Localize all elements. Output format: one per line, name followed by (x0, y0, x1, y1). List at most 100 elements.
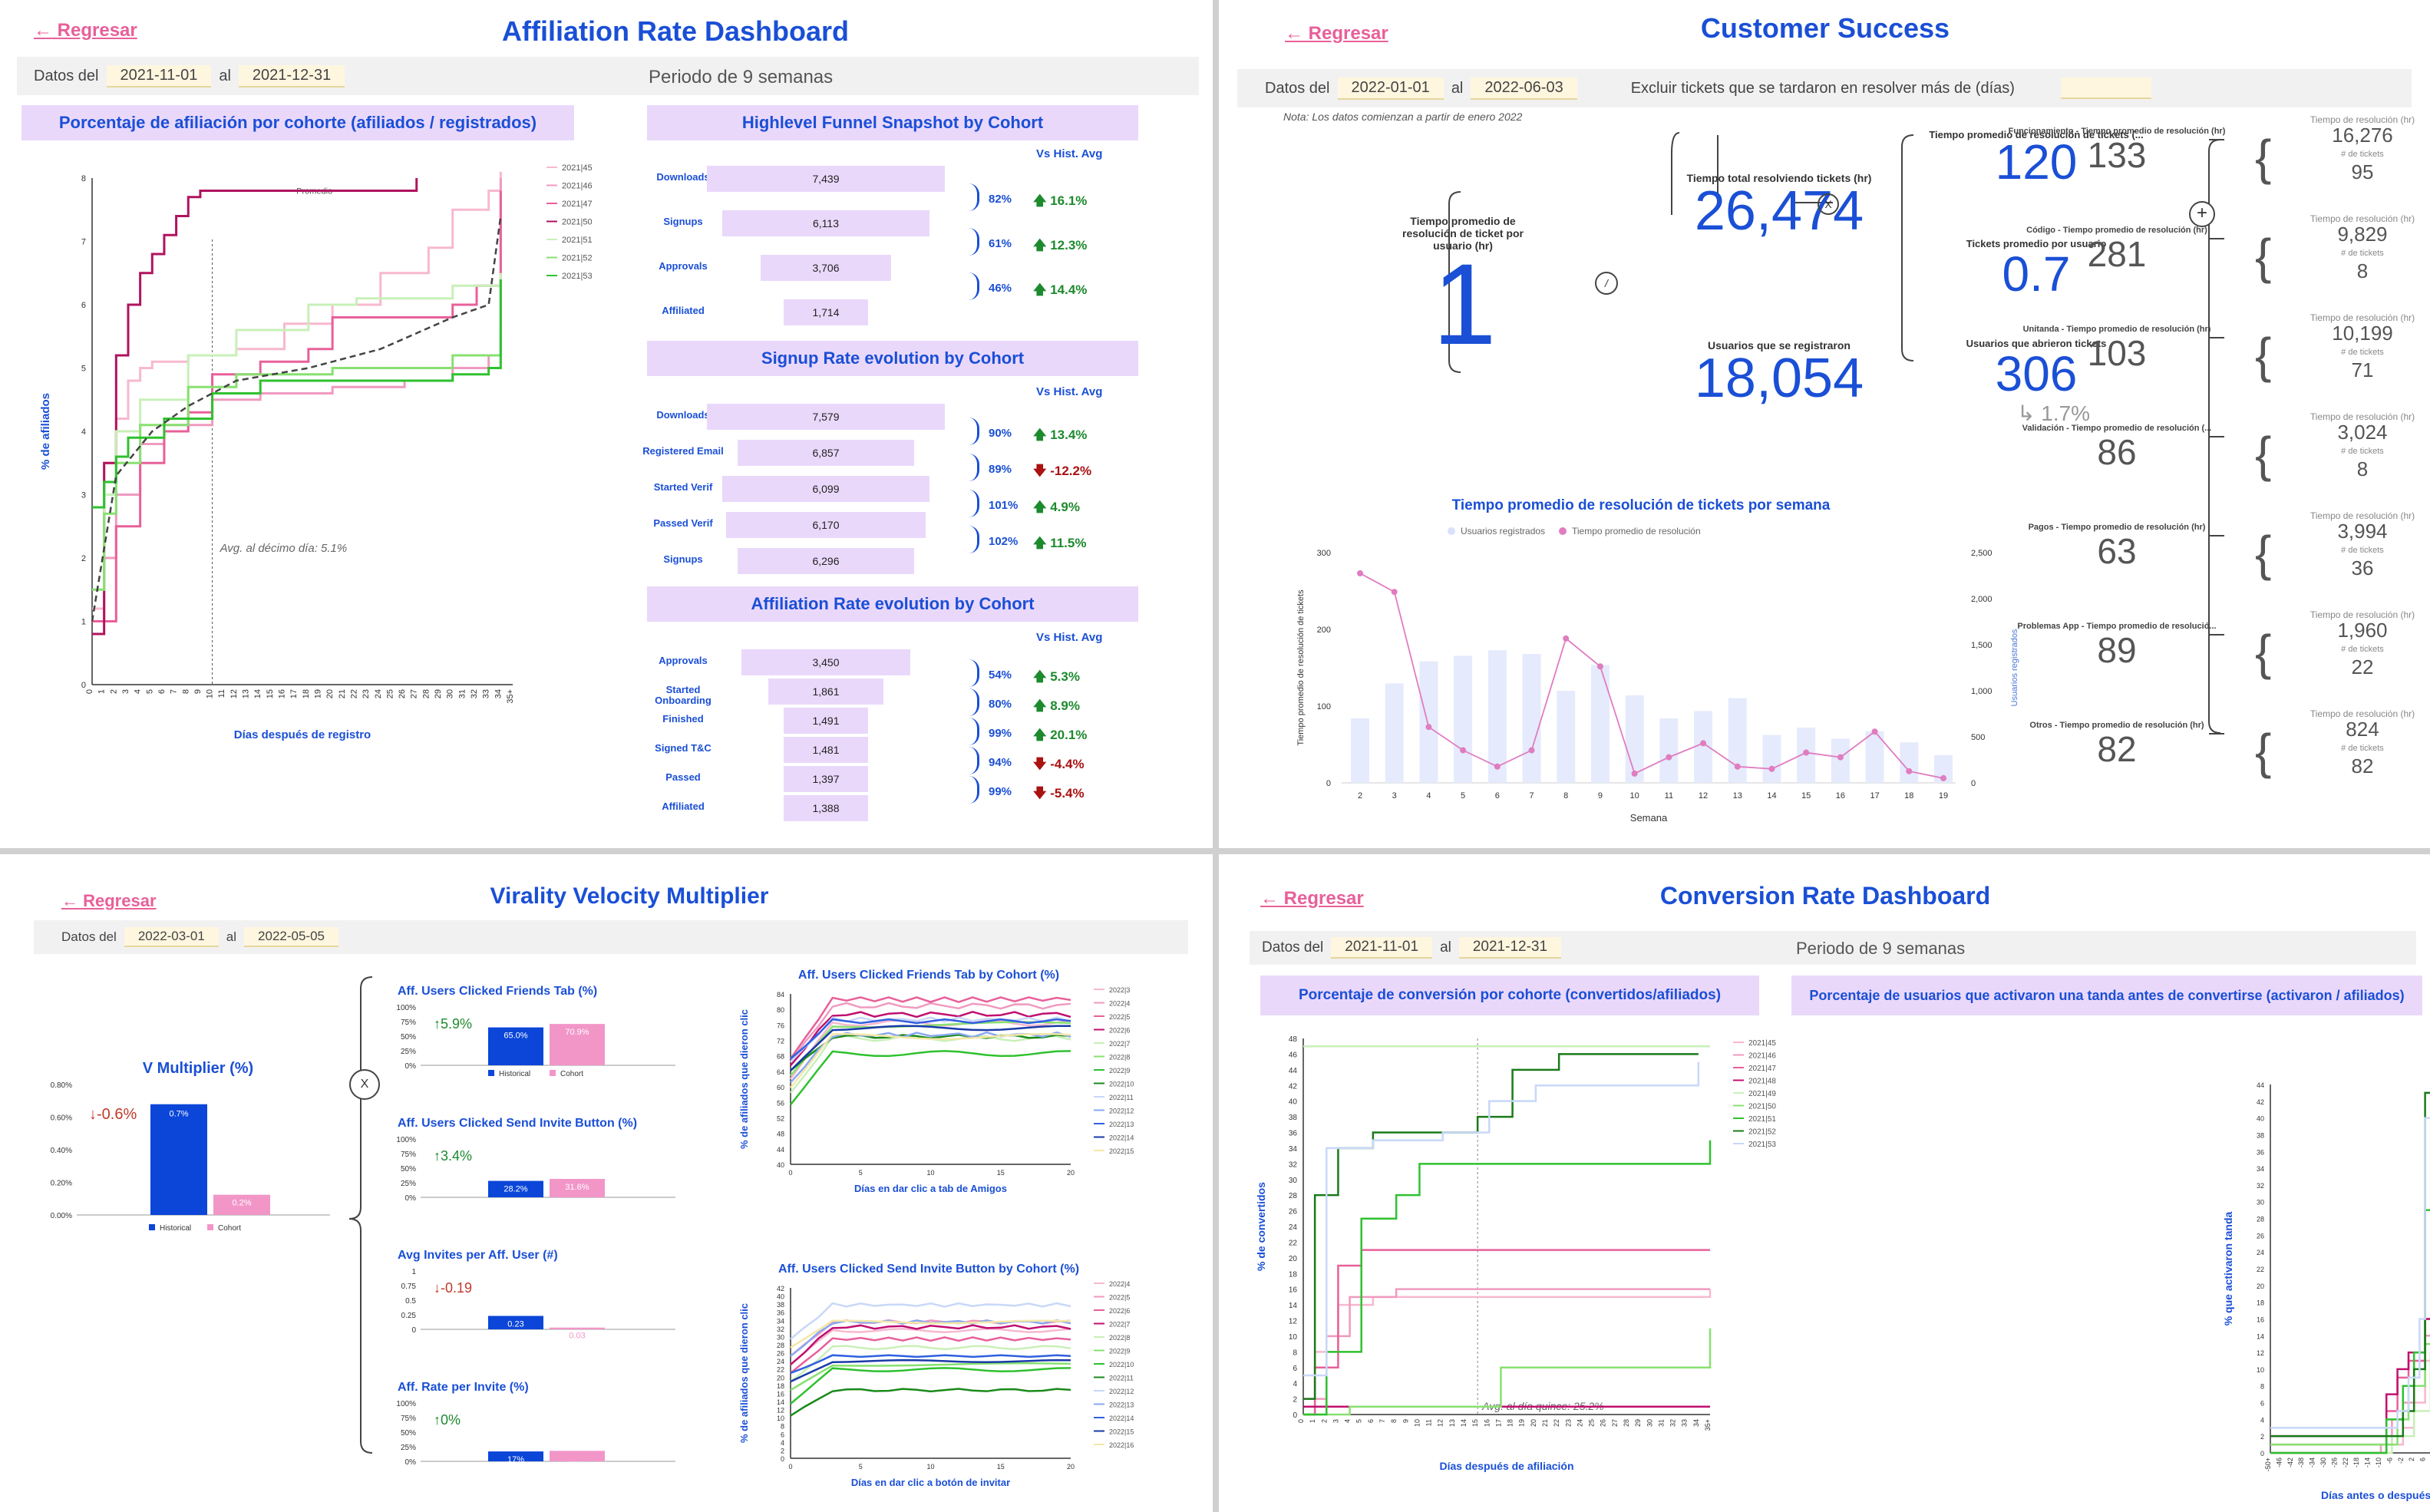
x-tick-label: 0 (788, 1463, 792, 1471)
back-link[interactable]: ← Regresar (34, 20, 137, 41)
tickets-value: 8 (2356, 457, 2369, 480)
series-line (2270, 1091, 2430, 1438)
brace: { (2255, 625, 2272, 680)
y-tick-label: 36 (777, 1309, 784, 1317)
y-tick-label: 10 (777, 1415, 784, 1422)
y2-tick-label: 1,000 (1971, 687, 1993, 696)
category-avg-value: 63 (2097, 531, 2137, 571)
x-tick-label: 15 (997, 1463, 1005, 1471)
funnel-bar: 6,170 (726, 512, 926, 538)
conversion-bracket (969, 228, 979, 256)
x-tick-label: 5 (1461, 791, 1465, 801)
conversion-bracket (969, 272, 979, 300)
legend-label: Tiempo promedio de resolución (1572, 526, 1701, 536)
y-tick-label: 6 (2260, 1400, 2264, 1408)
x-tick-label: 19 (313, 689, 322, 698)
tickets-value: 8 (2356, 259, 2369, 282)
x-tick-label: 6 (157, 689, 167, 694)
category-avg-value: 133 (2087, 135, 2147, 175)
funnel-step-label: Passed Verif (653, 517, 713, 529)
conversion-bracket (969, 688, 979, 716)
x-tick-label: 15 (266, 689, 275, 698)
funnel-bar: 1,861 (768, 678, 883, 705)
vs-hist-label: Vs Hist. Avg (1036, 147, 1103, 160)
x-tick-label: 12 (229, 689, 239, 698)
y-tick-label: 20 (2257, 1283, 2264, 1290)
y-tick-label: 24 (777, 1358, 784, 1365)
y-tick-label: 22 (777, 1366, 784, 1374)
x-tick-label: 10 (206, 689, 215, 698)
series-line (2270, 1342, 2430, 1446)
date-to-field[interactable]: 2021-12-31 (238, 64, 345, 87)
conversion-bracket (969, 718, 979, 745)
y-tick-label: 20 (777, 1374, 784, 1382)
weekly-chart-title: Tiempo promedio de resolución de tickets… (1451, 497, 1831, 513)
legend-label: 2021|45 (562, 163, 593, 173)
data-point (1563, 635, 1570, 642)
hist-change: 🡇 -12.2% (1033, 463, 1092, 478)
brace: { (2255, 328, 2272, 383)
conversion-percent: 82% (989, 193, 1012, 206)
hist-change: 🡅 12.3% (1033, 238, 1088, 253)
vs-hist-label: Vs Hist. Avg (1036, 631, 1103, 644)
y-tick-label: 32 (777, 1325, 784, 1333)
expand-plus-icon[interactable]: + (2189, 201, 2215, 227)
x-tick-label: 28 (421, 689, 431, 698)
x-axis-title: Semana (1630, 812, 1668, 824)
conversion-bracket (969, 489, 979, 517)
data-point (1906, 768, 1913, 774)
time-value: 3,994 (2337, 520, 2388, 543)
data-point (1768, 765, 1775, 772)
conversion-percent: 89% (989, 462, 1012, 476)
date-from-field[interactable]: 2021-11-01 (106, 64, 212, 87)
funnel-bar: 1,481 (784, 737, 868, 763)
x-tick-label: 8 (181, 689, 190, 694)
bar-registered-users (1454, 655, 1473, 783)
date-separator: al (219, 67, 231, 84)
hist-change: 🡅 5.3% (1033, 669, 1080, 684)
x-tick-label: 0 (85, 689, 94, 694)
invite-button-cohort-chart: Aff. Users Clicked Send Invite Button by… (738, 1263, 1134, 1488)
tickets-label: # de tickets (2341, 546, 2384, 555)
funnel-step-label: Affiliated (662, 801, 705, 812)
x-tick-label: 8 (1563, 791, 1568, 801)
funnel-bar: 7,579 (707, 404, 945, 430)
x-tick-label: 9 (1598, 791, 1603, 801)
x-tick-label: -30 (2319, 1458, 2327, 1467)
y-tick-label: 12 (2257, 1349, 2264, 1357)
x-axis-title: Días después de registro (234, 728, 371, 741)
legend-label: 2021|53 (562, 272, 593, 281)
hist-change: 🡅 14.4% (1033, 282, 1088, 297)
x-tick-label: -42 (2286, 1458, 2294, 1467)
data-point (1357, 569, 1363, 576)
x-tick-label: 17 (289, 689, 299, 698)
conversion-percent: 90% (989, 426, 1012, 440)
hist-change: 🡅 16.1% (1033, 193, 1088, 208)
x-tick-label: 24 (374, 689, 383, 698)
y-tick-label: 4 (81, 428, 86, 437)
y-axis-title: Tiempo promedio de resolución de tickets (1296, 589, 1306, 746)
x-tick-label: 21 (338, 689, 347, 698)
registered-users-value: 18,054 (1694, 348, 1864, 409)
affiliation-chart-title: Porcentaje de afiliación por cohorte (af… (21, 105, 574, 140)
x-tick-label: 20 (1067, 1463, 1075, 1471)
category-avg-value: 82 (2097, 729, 2137, 769)
x-tick-label: 26 (398, 689, 407, 698)
x-tick-label: 17 (1870, 791, 1879, 801)
funnel-step-label: Signed T&C (655, 742, 712, 754)
hist-change: 🡅 11.5% (1033, 535, 1087, 550)
series-line (790, 1367, 1071, 1405)
divide-icon: / (1595, 272, 1618, 295)
main-metric-value: 1 (1432, 239, 1497, 368)
customer-success-dashboard: ← Regresar Customer Success Datos del 20… (1219, 0, 2430, 848)
legend-label: 2021|51 (562, 236, 593, 245)
y-tick-label: 6 (781, 1431, 784, 1438)
funnel-step-label: Started Onboarding (655, 684, 712, 706)
y-tick-label: 3 (81, 491, 86, 500)
x-tick-label: 30 (446, 689, 455, 698)
x-tick-label: -46 (2275, 1458, 2283, 1467)
affiliation-dashboard: ← Regresar Affiliation Rate Dashboard Da… (0, 0, 1213, 848)
y-tick-label: 42 (2257, 1098, 2264, 1106)
legend-label: 2021|50 (562, 218, 593, 227)
tickets-value: 36 (2351, 556, 2374, 579)
